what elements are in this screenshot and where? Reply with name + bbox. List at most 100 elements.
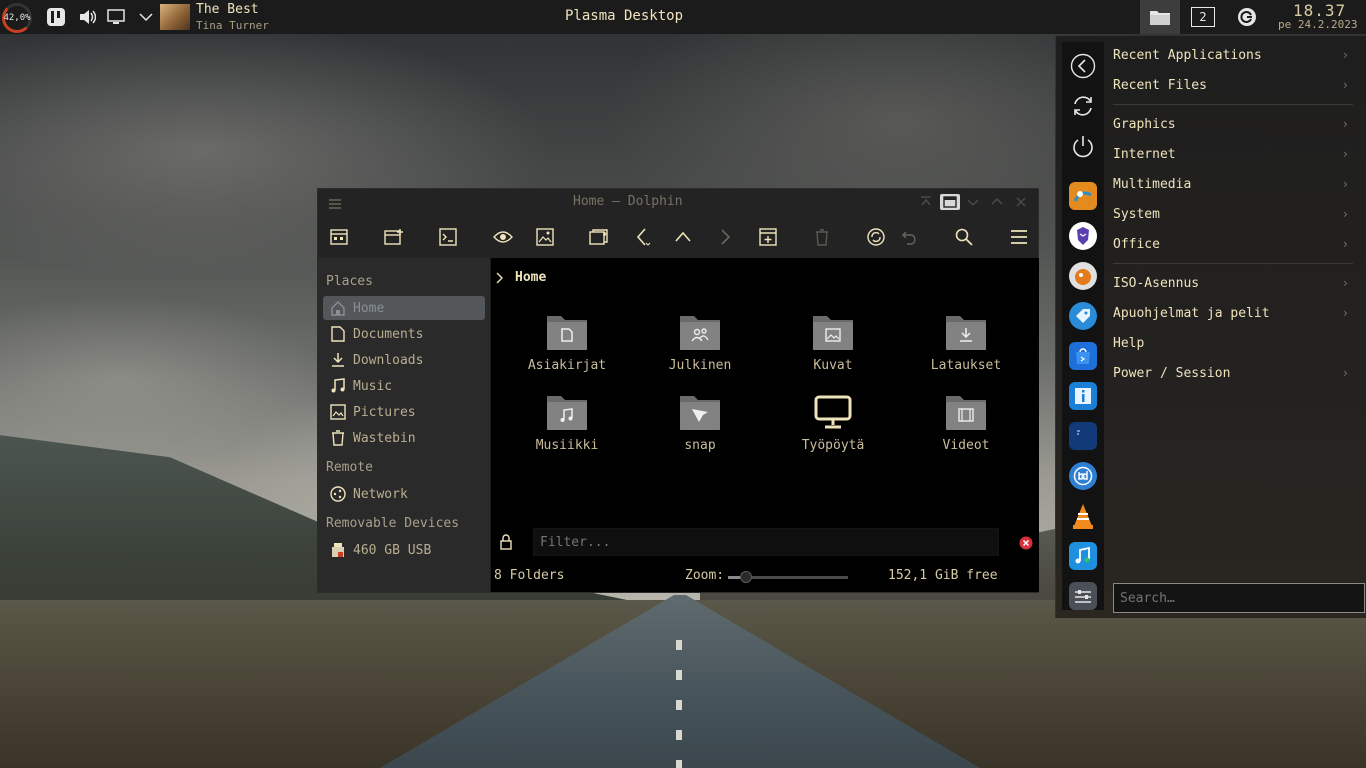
- restart-icon[interactable]: [1069, 92, 1097, 120]
- category-recent-files[interactable]: Recent Files ›: [1113, 72, 1353, 98]
- places-item-home[interactable]: Home: [323, 296, 485, 320]
- info-center-icon[interactable]: [1069, 382, 1097, 410]
- tray-expand-chevron-icon[interactable]: [136, 7, 156, 27]
- console-app-icon[interactable]: [1069, 422, 1097, 450]
- lock-icon[interactable]: [499, 534, 513, 554]
- category-help[interactable]: Help: [1113, 330, 1353, 356]
- qbittorrent-icon[interactable]: [1069, 462, 1097, 490]
- places-item-documents[interactable]: Documents: [323, 322, 485, 346]
- folder-label: Videot: [942, 438, 990, 453]
- folder-label: Musiikki: [535, 438, 599, 453]
- forward-navigation-icon[interactable]: [713, 225, 737, 249]
- chevron-right-icon: ›: [1341, 276, 1349, 290]
- public-folder-icon: [678, 312, 722, 352]
- folder-item[interactable]: Lataukset: [906, 312, 1026, 382]
- category-office[interactable]: Office ›: [1113, 231, 1353, 257]
- shutdown-icon[interactable]: [1069, 132, 1097, 160]
- category-apuohjelmat-ja-pelit[interactable]: Apuohjelmat ja pelit ›: [1113, 300, 1353, 326]
- folder-item[interactable]: Videot: [906, 392, 1026, 462]
- pictures-folder-icon: [811, 312, 855, 352]
- places-item-pictures[interactable]: Pictures: [323, 400, 485, 424]
- places-item-music[interactable]: Music: [323, 374, 485, 398]
- media-title[interactable]: The Best: [196, 2, 259, 17]
- vlc-icon[interactable]: [1069, 502, 1097, 530]
- launcher-search-input[interactable]: [1113, 583, 1365, 613]
- folder-item[interactable]: Kuvat: [773, 312, 893, 382]
- document-folder-icon: [545, 312, 589, 352]
- shade-window-icon[interactable]: [940, 194, 960, 210]
- folder-item[interactable]: Työpöytä: [773, 392, 893, 462]
- system-settings-icon[interactable]: [1069, 582, 1097, 610]
- app-store-icon[interactable]: [1069, 342, 1097, 370]
- status-bar: 8 Folders Zoom: 152,1 GiB free: [491, 560, 1039, 592]
- back-navigation-icon[interactable]: [631, 225, 655, 249]
- category-recent-applications[interactable]: Recent Applications ›: [1113, 42, 1353, 68]
- folder-label: Asiakirjat: [527, 358, 607, 373]
- preview-icon[interactable]: [533, 225, 557, 249]
- app-launcher-button[interactable]: [1140, 0, 1180, 34]
- category-multimedia[interactable]: Multimedia ›: [1113, 171, 1353, 197]
- places-item-label: Music: [353, 378, 393, 394]
- trash-icon: [329, 429, 347, 447]
- folder-item[interactable]: Asiakirjat: [507, 312, 627, 382]
- album-art[interactable]: [160, 4, 190, 30]
- folder-launcher-icon: [1150, 11, 1170, 25]
- folder-item[interactable]: Musiikki: [507, 392, 627, 462]
- terminal-icon[interactable]: [436, 225, 460, 249]
- category-graphics[interactable]: Graphics ›: [1113, 111, 1353, 137]
- cpu-load-gauge[interactable]: 42,0%: [2, 3, 32, 33]
- zoom-slider-handle[interactable]: [740, 571, 752, 583]
- window-menu-icon[interactable]: [328, 195, 342, 214]
- category-internet[interactable]: Internet ›: [1113, 141, 1353, 167]
- show-hidden-files-icon[interactable]: [491, 225, 515, 249]
- breadcrumb-chevron-icon[interactable]: [495, 272, 505, 284]
- virtual-desktop-pager[interactable]: 2: [1191, 7, 1215, 27]
- places-item-wastebin[interactable]: Wastebin: [323, 426, 485, 450]
- up-navigation-icon[interactable]: [671, 225, 695, 249]
- back-icon[interactable]: [1069, 52, 1097, 80]
- update-notifier-icon[interactable]: [1237, 7, 1257, 27]
- downloads-folder-icon: [944, 312, 988, 352]
- maximize-window-icon[interactable]: [989, 194, 1005, 210]
- window-titlebar[interactable]: Home — Dolphin: [318, 189, 1038, 216]
- music-folder-icon: [545, 392, 589, 432]
- network-monitor-icon[interactable]: [106, 7, 126, 27]
- places-item-network[interactable]: Network: [323, 482, 485, 506]
- brave-browser-icon[interactable]: [1069, 222, 1097, 250]
- new-tab-icon[interactable]: [382, 225, 406, 249]
- keep-above-icon[interactable]: [918, 194, 934, 210]
- chevron-right-icon: ›: [1341, 78, 1349, 92]
- category-label: Power / Session: [1113, 365, 1231, 381]
- vault-icon[interactable]: [46, 7, 66, 27]
- hamburger-menu-icon[interactable]: [1007, 225, 1031, 249]
- category-label: System: [1113, 206, 1160, 222]
- tag-app-icon[interactable]: [1069, 302, 1097, 330]
- dolphin-window: Home — Dolphin Places Home Documents Dow…: [317, 188, 1039, 593]
- places-item-downloads[interactable]: Downloads: [323, 348, 485, 372]
- folder-item[interactable]: snap: [640, 392, 760, 462]
- breadcrumb-home[interactable]: Home: [515, 270, 546, 285]
- delete-trash-icon[interactable]: [810, 225, 834, 249]
- breadcrumb: Home: [495, 270, 546, 285]
- zoom-slider[interactable]: [728, 571, 848, 583]
- category-iso-asennus[interactable]: ISO-Asennus ›: [1113, 270, 1353, 296]
- plasma-app-icon[interactable]: [1069, 182, 1097, 210]
- new-folder-icon[interactable]: [756, 225, 780, 249]
- search-icon[interactable]: [952, 225, 976, 249]
- volume-icon[interactable]: [77, 7, 97, 27]
- filter-input[interactable]: [533, 528, 999, 556]
- gimp-app-icon[interactable]: [1069, 262, 1097, 290]
- category-system[interactable]: System ›: [1113, 201, 1353, 227]
- clear-filter-icon[interactable]: [1019, 535, 1033, 554]
- places-item-usb-drive[interactable]: 460 GB USB: [323, 538, 485, 562]
- minimize-window-icon[interactable]: [965, 194, 981, 210]
- undo-icon[interactable]: [898, 225, 922, 249]
- view-mode-icons-icon[interactable]: [327, 225, 351, 249]
- places-item-label: Downloads: [353, 352, 424, 368]
- reload-icon[interactable]: [864, 225, 888, 249]
- split-view-icon[interactable]: [587, 225, 611, 249]
- close-window-icon[interactable]: [1013, 194, 1029, 210]
- folder-item[interactable]: Julkinen: [640, 312, 760, 382]
- category-power-session[interactable]: Power / Session ›: [1113, 360, 1353, 386]
- music-player-icon[interactable]: [1069, 542, 1097, 570]
